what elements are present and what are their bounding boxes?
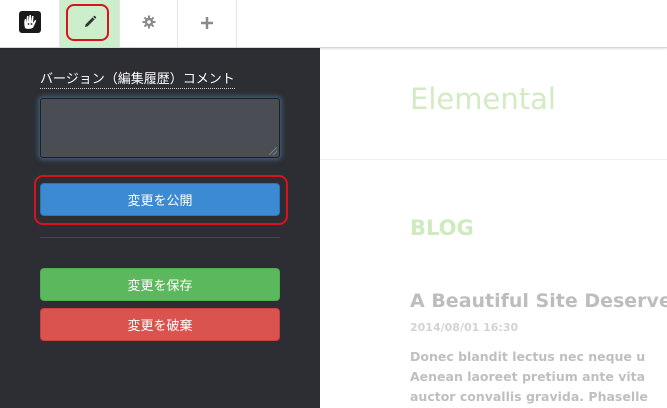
resize-grip-icon[interactable]	[269, 147, 277, 155]
panel-divider	[40, 237, 280, 238]
header-divider	[320, 159, 667, 160]
gear-icon	[142, 14, 156, 33]
save-changes-button[interactable]: 変更を保存	[40, 268, 280, 301]
concrete5-logo-button[interactable]	[0, 0, 60, 47]
discard-changes-button[interactable]: 変更を破棄	[40, 308, 280, 341]
excerpt-line: Aenean laoreet pretium ante vita	[410, 369, 646, 384]
blog-heading: BLOG	[410, 216, 474, 240]
post-excerpt: Donec blandit lectus nec neque u Aenean …	[410, 347, 648, 407]
version-comment-input[interactable]	[40, 98, 280, 158]
version-comment-label: バージョン（編集履歴）コメント	[40, 68, 235, 89]
post-date: 2014/08/01 16:30	[410, 321, 519, 334]
publish-changes-button[interactable]: 変更を公開	[40, 183, 280, 216]
plus-icon	[201, 14, 213, 33]
version-panel: バージョン（編集履歴）コメント 変更を公開 変更を保存 変更を破棄	[0, 48, 320, 408]
page-settings-button[interactable]	[120, 0, 178, 47]
page-preview: Elemental BLOG A Beautiful Site Deserve …	[320, 48, 667, 408]
excerpt-line: Donec blandit lectus nec neque u	[410, 349, 646, 364]
concrete5-hand-icon	[18, 10, 41, 37]
site-title[interactable]: Elemental	[410, 82, 556, 116]
post-title[interactable]: A Beautiful Site Deserve	[410, 290, 667, 312]
add-content-button[interactable]	[178, 0, 237, 47]
excerpt-line: auctor convallis gravida. Phaselle	[410, 389, 648, 404]
edit-button-highlight	[66, 4, 109, 41]
